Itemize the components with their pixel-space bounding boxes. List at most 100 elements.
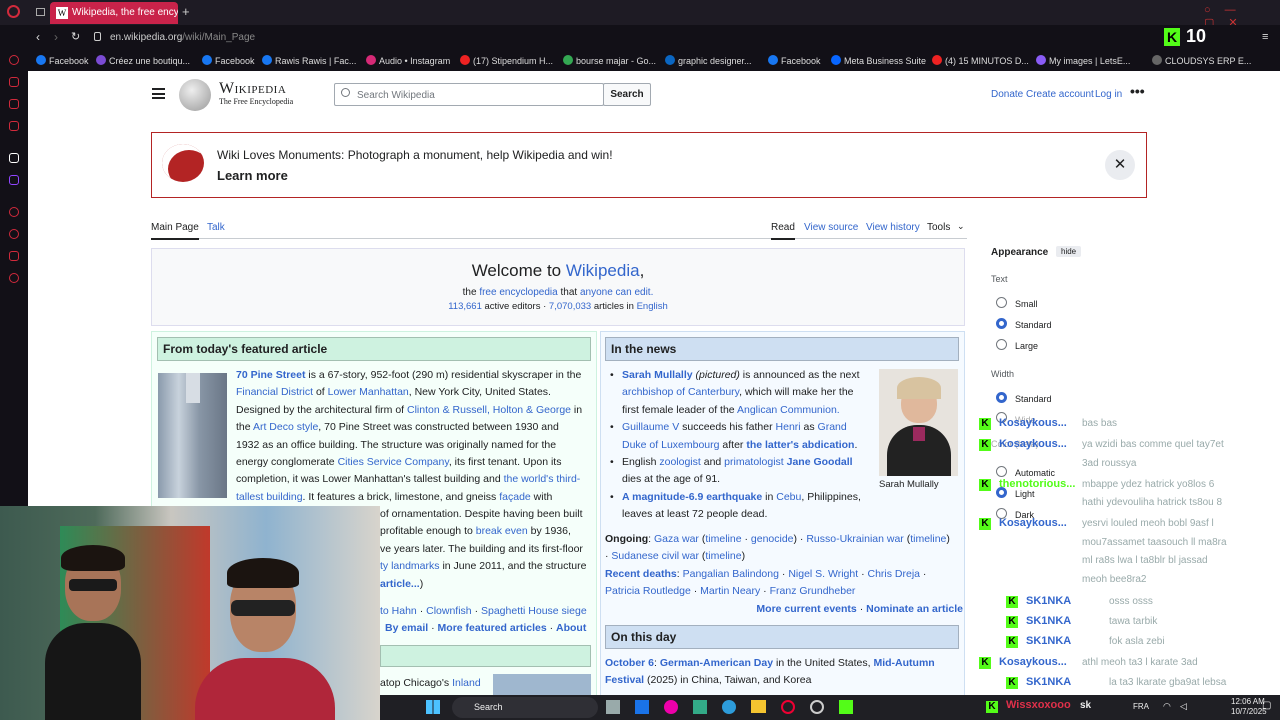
- taskbar-app-icon-1[interactable]: [606, 700, 620, 714]
- create-account-link[interactable]: Create account: [1026, 89, 1094, 100]
- url-field[interactable]: en.wikipedia.org/wiki/Main_Page: [110, 32, 255, 43]
- wikipedia-link[interactable]: Wikipedia: [566, 261, 640, 280]
- bookmark-item[interactable]: CLOUDSYS ERP E...: [1152, 55, 1251, 66]
- sidebar-icon-8[interactable]: [9, 229, 19, 239]
- did-you-know-image[interactable]: [493, 674, 591, 695]
- chat-username: SK1NKA: [1026, 595, 1072, 607]
- news-list: • Sarah Mullally (pictured) is announced …: [610, 367, 875, 524]
- sidebar-icon-5[interactable]: [9, 153, 19, 163]
- tab-read[interactable]: Read: [771, 222, 795, 240]
- featured-article-image[interactable]: [158, 373, 227, 498]
- sidebar-icon-1[interactable]: [9, 55, 19, 65]
- opera-taskbar-icon[interactable]: [781, 700, 795, 714]
- taskbar-app-icon-3[interactable]: [664, 700, 678, 714]
- store-icon[interactable]: [693, 700, 707, 714]
- chat-message: la ta3 lkarate gba9at lebsa: [1109, 677, 1227, 688]
- new-tab-button[interactable]: +: [182, 4, 190, 19]
- chat-username: thenotorious...: [999, 478, 1076, 490]
- bookmark-label: Facebook: [781, 56, 821, 66]
- bookmark-item[interactable]: Meta Business Suite: [831, 55, 926, 66]
- forward-icon[interactable]: ›: [54, 30, 58, 44]
- settings-icon[interactable]: [9, 273, 19, 283]
- outlook-icon[interactable]: [635, 700, 649, 714]
- bookmark-item[interactable]: Créez une boutiqu...: [96, 55, 190, 66]
- news-image-sarah-mullally[interactable]: [879, 369, 958, 476]
- bookmark-favicon-icon: [366, 55, 376, 65]
- width-standard-radio[interactable]: [996, 392, 1007, 403]
- bookmark-favicon-icon: [96, 55, 106, 65]
- bookmark-item[interactable]: graphic designer...: [665, 55, 752, 66]
- clock-time[interactable]: 12:06 AM: [1231, 697, 1265, 706]
- bookmark-item[interactable]: bourse majar - Go...: [563, 55, 656, 66]
- learn-more-link[interactable]: Learn more: [217, 168, 288, 183]
- in-the-news-header: In the news: [605, 337, 959, 361]
- kick-icon[interactable]: K: [1164, 28, 1180, 46]
- windows-start-icon[interactable]: [426, 700, 440, 714]
- wikipedia-favicon-icon: W: [56, 7, 68, 19]
- search-button[interactable]: Search: [603, 83, 651, 106]
- person-right: [195, 558, 335, 720]
- twitch-icon[interactable]: [9, 175, 19, 185]
- wikipedia-wordmark[interactable]: Wikipedia: [219, 80, 286, 98]
- bookmark-label: Créez une boutiqu...: [109, 56, 191, 66]
- bookmark-label: CLOUDSYS ERP E...: [1165, 56, 1252, 66]
- appearance-title: Appearance: [991, 247, 1049, 258]
- chat-message: osss osss: [1109, 596, 1153, 607]
- kick-badge-icon: K: [1006, 677, 1018, 689]
- search-input[interactable]: Search Wikipedia: [334, 83, 604, 106]
- tab-view-source[interactable]: View source: [804, 222, 858, 233]
- login-link[interactable]: Log in: [1095, 89, 1122, 100]
- color-automatic-radio[interactable]: [996, 466, 1007, 477]
- bookmark-item[interactable]: (4) 15 MINUTOS D...: [932, 55, 1029, 66]
- back-icon[interactable]: ‹: [36, 30, 40, 44]
- tab-tools[interactable]: Tools: [927, 222, 950, 233]
- language-indicator[interactable]: FRA: [1133, 702, 1149, 711]
- sidebar-icon-7[interactable]: [9, 207, 19, 217]
- close-banner-button[interactable]: ✕: [1105, 150, 1135, 180]
- taskbar-app-icon-8[interactable]: [810, 700, 824, 714]
- wikipedia-globe-icon[interactable]: [179, 79, 211, 111]
- bookmark-item[interactable]: Facebook: [202, 55, 255, 66]
- bookmark-label: graphic designer...: [678, 56, 752, 66]
- file-explorer-icon[interactable]: [751, 700, 766, 713]
- bookmark-item[interactable]: Rawis Rawis | Fac...: [262, 55, 356, 66]
- donate-link[interactable]: Donate: [991, 89, 1023, 100]
- notification-icon[interactable]: ▢: [1262, 700, 1271, 711]
- featured-article-text-continued: of ornamentation. Despite having been bu…: [380, 508, 587, 590]
- sidebar-icon-2[interactable]: [9, 77, 19, 87]
- reload-icon[interactable]: ↻: [71, 30, 80, 43]
- text-standard-radio[interactable]: [996, 318, 1007, 329]
- taskbar-search[interactable]: Search: [452, 697, 598, 718]
- text-small-radio[interactable]: [996, 297, 1007, 308]
- menu-icon[interactable]: ≡: [1262, 31, 1268, 43]
- welcome-box: Welcome to Wikipedia, the free encyclope…: [151, 248, 965, 326]
- tab-list-icon[interactable]: [36, 8, 45, 16]
- volume-icon[interactable]: ◁: [1180, 701, 1187, 712]
- text-large-radio[interactable]: [996, 339, 1007, 350]
- tab-main-page[interactable]: Main Page: [151, 222, 199, 240]
- sidebar-icon-4[interactable]: [9, 121, 19, 131]
- bookmark-item[interactable]: Audio • Instagram: [366, 55, 450, 66]
- bookmark-label: Rawis Rawis | Fac...: [275, 56, 357, 66]
- text-large-label: Large: [1015, 341, 1039, 351]
- taskbar-app-icon-9[interactable]: [839, 700, 853, 714]
- sidebar-icon-9[interactable]: [9, 251, 19, 261]
- bookmark-item[interactable]: (17) Stipendium H...: [460, 55, 553, 66]
- edge-icon[interactable]: [722, 700, 736, 714]
- chat-message: 3ad roussya: [1082, 458, 1137, 469]
- chat-username: Kosaykous...: [999, 656, 1067, 668]
- sidebar-icon-3[interactable]: [9, 99, 19, 109]
- opera-logo-icon[interactable]: [7, 5, 20, 18]
- bookmark-item[interactable]: My images | LetsE...: [1036, 55, 1130, 66]
- tab-wikipedia[interactable]: W Wikipedia, the free encyc: [50, 2, 178, 24]
- hamburger-menu-icon[interactable]: [152, 88, 165, 99]
- more-options-icon[interactable]: •••: [1130, 83, 1145, 99]
- appearance-hide-button[interactable]: hide: [1056, 246, 1082, 257]
- bookmark-item[interactable]: Facebook: [36, 55, 89, 66]
- bookmark-label: Facebook: [49, 56, 89, 66]
- bookmark-item[interactable]: Facebook: [768, 55, 821, 66]
- wifi-icon[interactable]: ◠: [1163, 701, 1171, 712]
- tray-logo-icon[interactable]: sk: [1080, 700, 1091, 711]
- tab-talk[interactable]: Talk: [207, 222, 225, 233]
- tab-view-history[interactable]: View history: [866, 222, 920, 233]
